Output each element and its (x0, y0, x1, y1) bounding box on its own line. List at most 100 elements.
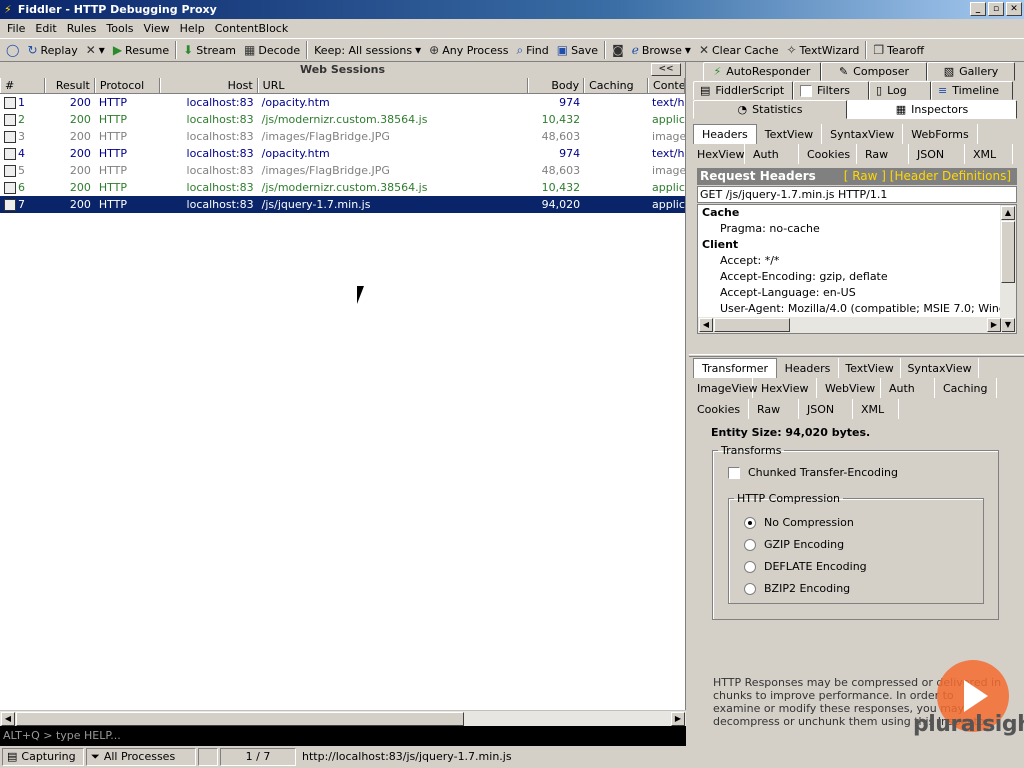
menu-contentblock[interactable]: ContentBlock (210, 19, 294, 38)
stream-button[interactable]: ⬇ Stream (179, 40, 240, 60)
tab-gallery[interactable]: ▧ Gallery (927, 62, 1015, 81)
resp-tab-caching[interactable]: Caching (935, 378, 997, 398)
scroll-left-arrow-icon[interactable]: ◀ (1, 712, 15, 726)
tab-timeline[interactable]: ≡ Timeline (931, 81, 1013, 100)
comment-button[interactable]: ◯ (2, 40, 23, 60)
tree-item[interactable]: Accept: */* (698, 253, 1016, 269)
column-header-content-type[interactable]: Conte (648, 78, 685, 93)
quickexec-input[interactable]: ALT+Q > type HELP... (0, 726, 686, 746)
req-tab-cookies[interactable]: Cookies (799, 144, 857, 164)
tab-autoresponder[interactable]: ⚡ AutoResponder (703, 62, 821, 81)
tree-hscroll-thumb[interactable] (714, 318, 790, 332)
req-tab-webforms[interactable]: WebForms (903, 124, 978, 144)
req-tab-syntaxview[interactable]: SyntaxView (822, 124, 904, 144)
req-tab-raw[interactable]: Raw (857, 144, 909, 164)
session-row[interactable]: 2 200 HTTP localhost:83/js/modernizr.custom… (0, 111, 685, 128)
any-process-button[interactable]: ⊕ Any Process (425, 40, 512, 60)
keep-sessions-dropdown[interactable]: Keep: All sessions ▾ (310, 40, 425, 60)
tree-group[interactable]: Client (698, 237, 1016, 253)
resp-tab-auth[interactable]: Auth (881, 378, 935, 398)
scroll-right-arrow-icon[interactable]: ▶ (987, 318, 1001, 332)
column-header-url[interactable]: URL (257, 78, 529, 93)
tree-vertical-scrollbar[interactable]: ▲ ▼ (1000, 205, 1016, 333)
resp-tab-imageview[interactable]: ImageView (689, 378, 758, 398)
scroll-right-arrow-icon[interactable]: ▶ (671, 712, 685, 726)
remove-button[interactable]: ✕ ▾ (82, 40, 109, 60)
scroll-up-arrow-icon[interactable]: ▲ (1001, 206, 1015, 220)
resume-button[interactable]: ▶ Resume (109, 40, 173, 60)
tree-item[interactable]: User-Agent: Mozilla/4.0 (compatible; MSI… (698, 301, 1016, 317)
req-tab-json[interactable]: JSON (909, 144, 965, 164)
column-header-host[interactable]: Host (159, 78, 258, 93)
resp-tab-textview[interactable]: TextView (839, 358, 902, 378)
collapse-button[interactable]: << (651, 63, 681, 76)
column-header-protocol[interactable]: Protocol (94, 78, 160, 93)
menu-tools[interactable]: Tools (101, 19, 138, 38)
tab-composer[interactable]: ✎ Composer (821, 62, 927, 81)
column-header-caching[interactable]: Caching (584, 78, 649, 93)
process-filter[interactable]: ⏷ All Processes (86, 748, 196, 766)
radio-gzip[interactable]: GZIP Encoding (744, 538, 844, 551)
find-button[interactable]: ⌕ Find (512, 40, 552, 60)
tearoff-button[interactable]: ❐ Tearoff (869, 40, 928, 60)
replay-button[interactable]: ↻ Replay (23, 40, 81, 60)
maximize-button[interactable]: ▫ (988, 2, 1004, 16)
radio-no-compression[interactable]: No Compression (744, 516, 854, 529)
column-header-number[interactable]: # (0, 78, 45, 93)
menu-rules[interactable]: Rules (62, 19, 102, 38)
scroll-left-arrow-icon[interactable]: ◀ (699, 318, 713, 332)
req-tab-hexview[interactable]: HexView (689, 144, 745, 164)
horizontal-scrollbar[interactable]: ◀ ▶ (0, 710, 686, 726)
session-row[interactable]: 6 200 HTTP localhost:83/js/modernizr.custom… (0, 179, 685, 196)
tree-item[interactable]: Accept-Language: en-US (698, 285, 1016, 301)
resp-tab-syntaxview[interactable]: SyntaxView (901, 358, 980, 378)
session-row[interactable]: 5 200 HTTP localhost:83/images/FlagBridge.J… (0, 162, 685, 179)
req-tab-xml[interactable]: XML (965, 144, 1013, 164)
menu-view[interactable]: View (139, 19, 175, 38)
req-tab-textview[interactable]: TextView (757, 124, 823, 144)
resp-tab-transformer[interactable]: Transformer (693, 358, 778, 378)
session-row[interactable]: 3 200 HTTP localhost:83/images/FlagBridge.J… (0, 128, 685, 145)
column-header-body[interactable]: Body (528, 78, 585, 93)
textwizard-button[interactable]: ✧ TextWizard (782, 40, 863, 60)
resp-tab-webview[interactable]: WebView (817, 378, 881, 398)
scroll-down-arrow-icon[interactable]: ▼ (1001, 318, 1015, 332)
close-button[interactable]: ✕ (1006, 2, 1022, 16)
pane-splitter[interactable] (689, 354, 1024, 357)
tree-scroll-thumb[interactable] (1001, 221, 1015, 283)
menu-edit[interactable]: Edit (30, 19, 61, 38)
session-row[interactable]: 1 200 HTTP localhost:83/opacity.htm 974 text/… (0, 94, 685, 111)
tab-filters[interactable]: Filters (793, 81, 869, 100)
chunked-checkbox[interactable]: Chunked Transfer-Encoding (728, 466, 898, 479)
menu-help[interactable]: Help (175, 19, 210, 38)
tab-log[interactable]: ▯ Log (869, 81, 931, 100)
resp-tab-raw[interactable]: Raw (749, 399, 799, 419)
capturing-toggle[interactable]: ▤ Capturing (2, 748, 84, 766)
radio-deflate[interactable]: DEFLATE Encoding (744, 560, 867, 573)
decode-button[interactable]: ▦ Decode (240, 40, 304, 60)
browse-button[interactable]: ℯ Browse ▾ (628, 40, 695, 60)
save-button[interactable]: ▣ Save (553, 40, 602, 60)
tab-fiddlerscript[interactable]: ▤ FiddlerScript (693, 81, 793, 100)
resp-tab-json[interactable]: JSON (799, 399, 853, 419)
tree-item[interactable]: Accept-Encoding: gzip, deflate (698, 269, 1016, 285)
tree-horizontal-scrollbar[interactable]: ◀ ▶ (698, 317, 1002, 333)
req-tab-auth[interactable]: Auth (745, 144, 799, 164)
tree-group[interactable]: Cache (698, 205, 1016, 221)
tree-item[interactable]: Pragma: no-cache (698, 221, 1016, 237)
resp-tab-xml[interactable]: XML (853, 399, 899, 419)
tab-inspectors[interactable]: ▦ Inspectors (847, 100, 1017, 119)
clear-cache-button[interactable]: ✕ Clear Cache (695, 40, 783, 60)
menu-file[interactable]: File (2, 19, 30, 38)
resp-tab-headers[interactable]: Headers (777, 358, 840, 378)
column-header-result[interactable]: Result (44, 78, 95, 93)
radio-bzip2[interactable]: BZIP2 Encoding (744, 582, 850, 595)
session-row[interactable]: 7 200 HTTP localhost:83/js/jquery-1.7.min.j… (0, 196, 685, 213)
req-tab-headers[interactable]: Headers (693, 124, 757, 144)
resp-tab-hexview[interactable]: HexView (753, 378, 817, 398)
scroll-thumb[interactable] (16, 712, 464, 726)
screenshot-button[interactable]: ◙ (608, 40, 628, 60)
resp-tab-cookies[interactable]: Cookies (689, 399, 749, 419)
header-links[interactable]: [ Raw ] [Header Definitions] (844, 168, 1011, 185)
session-row[interactable]: 4 200 HTTP localhost:83/opacity.htm 974 text/… (0, 145, 685, 162)
